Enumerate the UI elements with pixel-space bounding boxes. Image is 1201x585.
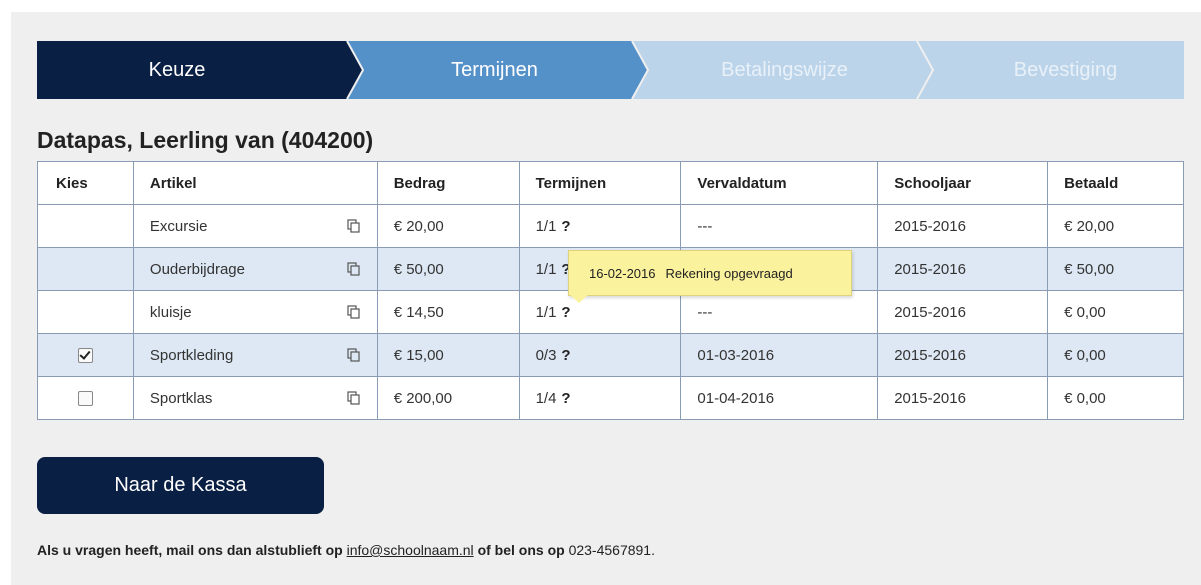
betaald-cell: € 0,00 <box>1047 376 1184 420</box>
column-header-artikel: Artikel <box>132 161 378 205</box>
artikel-cell: Excursie <box>132 204 378 248</box>
vervaldatum-cell: --- <box>680 290 879 334</box>
help-icon[interactable]: ? <box>561 390 570 407</box>
footer-text-middle: of bel ons op <box>477 542 565 558</box>
step-arrow <box>902 41 934 99</box>
vervaldatum-cell: 01-03-2016 <box>680 333 879 377</box>
checkout-stepper: Keuze Termijnen Betalingswijze Bevestigi… <box>37 41 1184 99</box>
kies-cell <box>37 204 134 248</box>
tooltip-date: 16-02-2016 <box>589 265 656 281</box>
step-termijnen[interactable]: Termijnen <box>347 41 632 99</box>
kies-cell <box>37 247 134 291</box>
artikel-name: kluisje <box>149 303 192 321</box>
bedrag-cell: € 200,00 <box>376 376 520 420</box>
termijnen-value: 1/1 <box>535 260 557 278</box>
email-link[interactable]: info@schoolnaam.nl <box>347 542 474 558</box>
step-label: Bevestiging <box>1013 58 1118 81</box>
column-header-kies: Kies <box>37 161 134 205</box>
schooljaar-cell: 2015-2016 <box>877 376 1049 420</box>
tooltip-text: Rekening opgevraagd <box>665 265 793 281</box>
phone-number: 023-4567891. <box>568 542 655 558</box>
vervaldatum-cell: 01-04-2016 <box>680 376 879 420</box>
kies-cell <box>37 333 134 377</box>
step-arrow <box>617 41 649 99</box>
termijnen-cell: 1/4? <box>518 376 682 420</box>
termijnen-value: 0/3 <box>535 346 557 364</box>
table-row: Sportkleding € 15,00 0/3? 01-03-2016 201… <box>37 333 1184 377</box>
betaald-cell: € 50,00 <box>1047 247 1184 291</box>
bedrag-cell: € 50,00 <box>376 247 520 291</box>
schooljaar-cell: 2015-2016 <box>877 204 1049 248</box>
artikel-cell: Sportkleding <box>132 333 378 377</box>
step-keuze[interactable]: Keuze <box>37 41 347 99</box>
copy-icon[interactable] <box>347 348 361 362</box>
step-label: Keuze <box>148 58 206 81</box>
step-betalingswijze: Betalingswijze <box>632 41 917 99</box>
tooltip-tail <box>569 294 589 303</box>
vervaldatum-cell: --- <box>680 204 879 248</box>
table-row: Sportklas € 200,00 1/4? 01-04-2016 2015-… <box>37 376 1184 420</box>
kies-checkbox[interactable] <box>77 348 93 364</box>
kies-checkbox[interactable] <box>77 391 93 407</box>
step-arrow <box>332 41 364 99</box>
table-row: kluisje € 14,50 1/1? --- 2015-2016 € 0,0… <box>37 290 1184 334</box>
naar-de-kassa-button[interactable]: Naar de Kassa <box>37 457 324 514</box>
schooljaar-cell: 2015-2016 <box>877 290 1049 334</box>
page-title: Datapas, Leerling van (404200) <box>37 127 374 153</box>
table-header-row: Kies Artikel Bedrag Termijnen Vervaldatu… <box>37 161 1184 205</box>
termijnen-value: 1/1 <box>535 217 557 235</box>
artikel-cell: Sportklas <box>132 376 378 420</box>
column-header-termijnen: Termijnen <box>518 161 682 205</box>
termijnen-cell: 1/1? <box>518 204 682 248</box>
step-label: Betalingswijze <box>721 58 848 81</box>
termijnen-value: 1/4 <box>535 389 557 407</box>
step-label: Termijnen <box>451 58 538 81</box>
betaald-cell: € 0,00 <box>1047 290 1184 334</box>
schooljaar-cell: 2015-2016 <box>877 247 1049 291</box>
copy-icon[interactable] <box>347 391 361 405</box>
schooljaar-cell: 2015-2016 <box>877 333 1049 377</box>
column-header-betaald: Betaald <box>1047 161 1184 205</box>
contact-footer: Als u vragen heeft, mail ons dan alstubl… <box>37 542 655 558</box>
copy-icon[interactable] <box>347 305 361 319</box>
copy-icon[interactable] <box>347 219 361 233</box>
table-row: Excursie € 20,00 1/1? --- 2015-2016 € 20… <box>37 204 1184 248</box>
footer-text-before: Als u vragen heeft, mail ons dan alstubl… <box>37 542 343 558</box>
betaald-cell: € 20,00 <box>1047 204 1184 248</box>
column-header-bedrag: Bedrag <box>376 161 520 205</box>
column-header-vervaldatum: Vervaldatum <box>680 161 879 205</box>
termijnen-cell: 1/1? <box>518 290 682 334</box>
betaald-cell: € 0,00 <box>1047 333 1184 377</box>
artikel-cell: kluisje <box>132 290 378 334</box>
column-header-schooljaar: Schooljaar <box>877 161 1049 205</box>
bedrag-cell: € 15,00 <box>376 333 520 377</box>
artikel-name: Sportklas <box>149 389 213 407</box>
termijnen-tooltip: 16-02-2016 Rekening opgevraagd <box>568 250 852 303</box>
bedrag-cell: € 20,00 <box>376 204 520 248</box>
kies-cell <box>37 376 134 420</box>
bedrag-cell: € 14,50 <box>376 290 520 334</box>
step-bevestiging: Bevestiging <box>917 41 1184 99</box>
artikel-name: Sportkleding <box>149 346 234 364</box>
termijnen-value: 1/1 <box>535 303 557 321</box>
artikel-name: Excursie <box>149 217 208 235</box>
copy-icon[interactable] <box>347 262 361 276</box>
artikel-cell: Ouderbijdrage <box>132 247 378 291</box>
help-icon[interactable]: ? <box>561 304 570 321</box>
help-icon[interactable]: ? <box>561 218 570 235</box>
help-icon[interactable]: ? <box>561 347 570 364</box>
kies-cell <box>37 290 134 334</box>
termijnen-cell: 0/3? <box>518 333 682 377</box>
artikel-name: Ouderbijdrage <box>149 260 245 278</box>
